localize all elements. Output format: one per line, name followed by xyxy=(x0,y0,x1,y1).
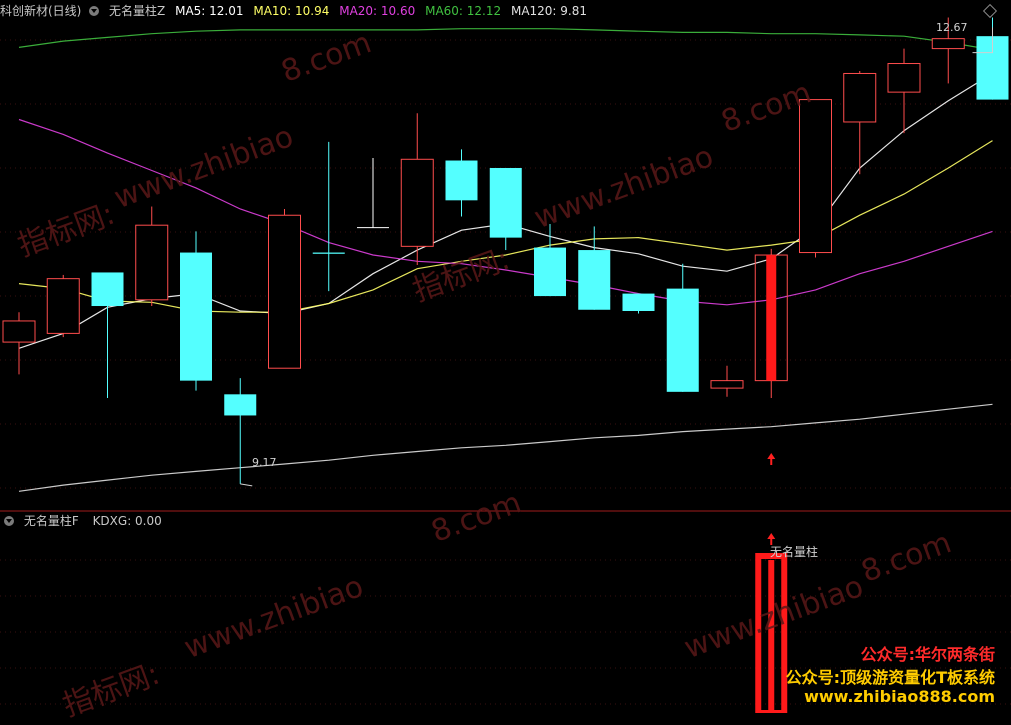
ma-line-ma120 xyxy=(18,403,993,492)
candle xyxy=(400,113,434,265)
candle xyxy=(799,99,832,258)
candle xyxy=(534,223,566,297)
candle xyxy=(91,272,124,399)
promo-line-3: www.zhibiao888.com xyxy=(804,687,995,706)
high-price-label: 12.67 xyxy=(936,21,968,34)
low-price-pointer xyxy=(240,483,253,487)
candle xyxy=(357,158,389,229)
candle-body xyxy=(445,160,478,201)
candle-body xyxy=(135,224,169,301)
candle xyxy=(710,365,744,397)
promo-line-2: 公众号:顶级游资量化T板系统 xyxy=(785,668,995,687)
promo-line-1: 公众号:华尔两条街 xyxy=(860,645,995,664)
candle-body xyxy=(799,99,832,254)
candle-body xyxy=(534,247,566,297)
ma20-value: MA20: 10.60 xyxy=(339,4,416,18)
indicator-name: 无名量柱Z xyxy=(109,4,166,18)
kdxg-value: KDXG: 0.00 xyxy=(92,514,162,528)
candle-body xyxy=(666,288,699,392)
ma60-value: MA60: 12.12 xyxy=(425,4,502,18)
stock-title: 科创新材(日线) xyxy=(0,4,82,18)
dropdown-icon[interactable] xyxy=(89,5,100,16)
up-arrow-icon xyxy=(767,453,776,465)
signal-candle-fill xyxy=(766,255,777,381)
candle-body xyxy=(489,167,522,238)
candlestick-chart xyxy=(0,17,1011,713)
candle-body xyxy=(931,38,965,50)
dropdown-icon[interactable] xyxy=(4,515,14,526)
candle-body xyxy=(843,72,877,123)
ma5-value: MA5: 12.01 xyxy=(175,4,244,18)
ma10-value: MA10: 10.94 xyxy=(253,4,330,18)
candle xyxy=(46,274,80,338)
candle-body xyxy=(91,272,124,307)
candle-body xyxy=(400,158,434,247)
candle-body xyxy=(224,394,257,416)
candle-body xyxy=(2,320,36,343)
candle xyxy=(268,209,301,369)
candle xyxy=(445,149,478,217)
low-price-label: 9.17 xyxy=(252,456,277,469)
candle xyxy=(666,263,699,392)
candle xyxy=(180,231,212,391)
candle-body xyxy=(622,293,655,311)
ma-line-ma60 xyxy=(18,28,993,51)
candle-body xyxy=(710,380,744,389)
main-chart-header: 科创新材(日线) 无名量柱Z MA5: 12.01 MA10: 10.94 MA… xyxy=(0,1,593,21)
candle xyxy=(2,312,36,375)
candle xyxy=(312,141,345,292)
sub-indicator-name: 无名量柱F xyxy=(23,514,79,528)
candle-body xyxy=(887,63,921,93)
candle-body xyxy=(46,278,80,334)
candle-body xyxy=(312,252,345,254)
sub-chart-header: 无名量柱F KDXG: 0.00 xyxy=(0,511,168,531)
ma120-value: MA120: 9.81 xyxy=(510,4,588,18)
candle xyxy=(135,206,169,307)
signal-label: 无名量柱 xyxy=(770,545,819,559)
candle xyxy=(754,248,788,399)
candle-body xyxy=(578,250,611,310)
candle-body xyxy=(268,214,301,369)
candle-body xyxy=(180,252,212,381)
candle xyxy=(887,48,921,134)
candle xyxy=(622,293,655,314)
